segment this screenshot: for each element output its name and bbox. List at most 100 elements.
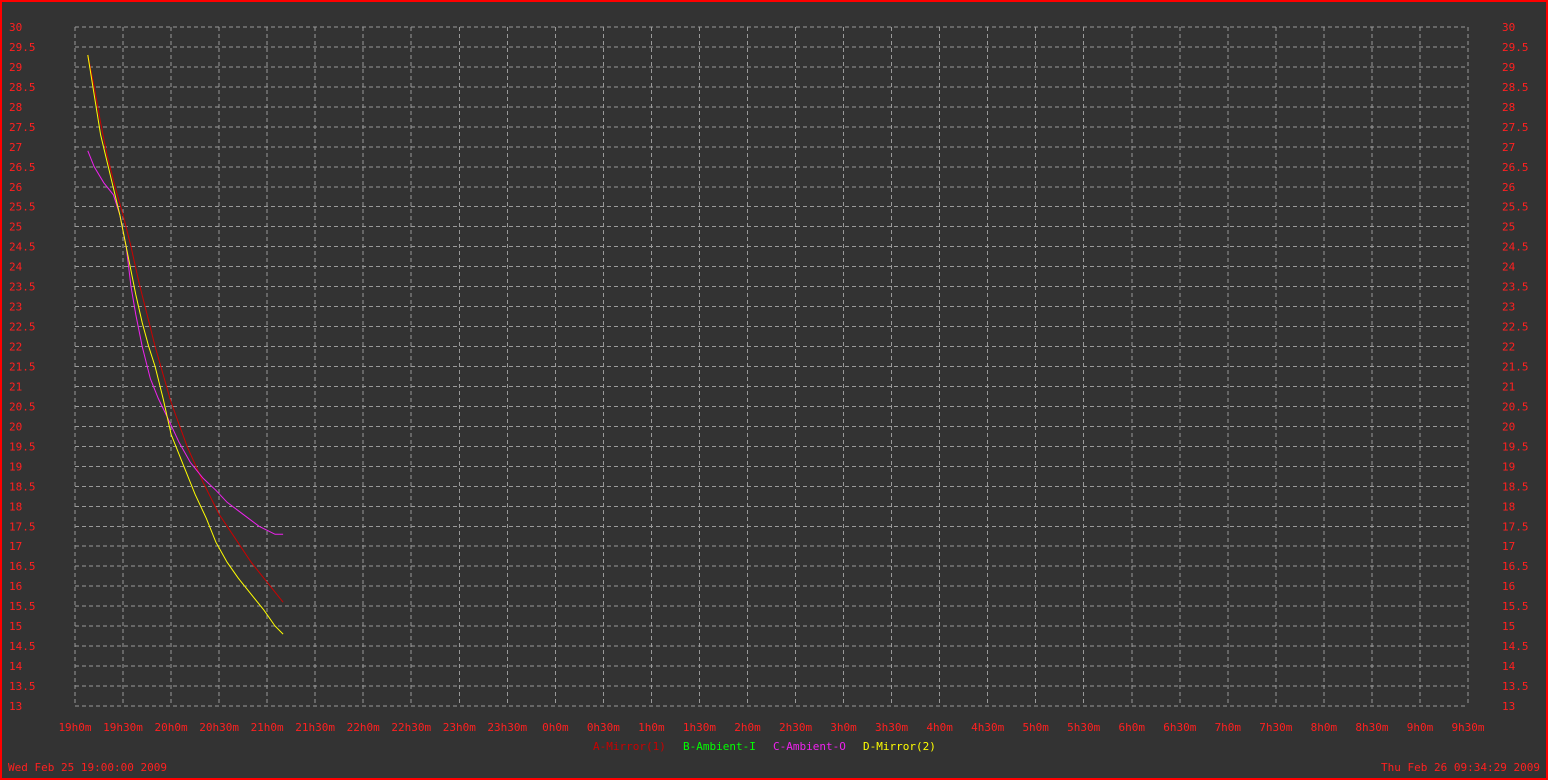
y-tick-label-right: 24.5 <box>1502 241 1529 254</box>
y-tick-label-right: 13.5 <box>1502 680 1529 693</box>
y-tick-label-right: 27.5 <box>1502 121 1529 134</box>
x-tick-label: 3h30m <box>875 721 908 734</box>
legend-entry: B-Ambient-I <box>683 740 756 753</box>
y-tick-label-right: 23 <box>1502 301 1515 314</box>
y-tick-label-right: 26.5 <box>1502 161 1529 174</box>
y-tick-label-left: 24 <box>9 261 23 274</box>
y-tick-label-right: 25 <box>1502 221 1515 234</box>
x-tick-label: 7h30m <box>1259 721 1292 734</box>
y-tick-label-right: 17.5 <box>1502 520 1529 533</box>
series-layer <box>87 54 284 635</box>
x-tick-label: 4h0m <box>926 721 953 734</box>
y-tick-label-left: 27.5 <box>9 121 36 134</box>
x-tick-label: 2h30m <box>779 721 812 734</box>
y-tick-label-right: 29.5 <box>1502 41 1529 54</box>
y-tick-label-right: 18 <box>1502 500 1515 513</box>
y-tick-labels-right: 13 13.5 14 14.5 15 15.5 16 16.5 17 17.5 18 18.5 19 19… <box>1502 21 1529 713</box>
y-tick-label-right: 28.5 <box>1502 81 1529 94</box>
y-tick-label-right: 18.5 <box>1502 480 1529 493</box>
y-tick-label-left: 23 <box>9 301 22 314</box>
series-line-a-mirror-1 <box>87 54 284 603</box>
y-tick-label-left: 28 <box>9 101 22 114</box>
y-tick-label-right: 21.5 <box>1502 361 1529 374</box>
y-tick-label-left: 25 <box>9 221 22 234</box>
y-tick-label-left: 17.5 <box>9 520 36 533</box>
y-tick-label-right: 15 <box>1502 620 1515 633</box>
legend: A-Mirror(1) B-Ambient-I C-Ambient-O D-Mirro… <box>593 740 936 753</box>
x-tick-label: 22h30m <box>391 721 431 734</box>
y-tick-label-right: 14.5 <box>1502 640 1529 653</box>
y-tick-label-right: 25.5 <box>1502 201 1529 214</box>
x-tick-label: 1h0m <box>638 721 665 734</box>
x-tick-label: 8h0m <box>1311 721 1338 734</box>
y-tick-label-right: 21 <box>1502 380 1515 393</box>
end-timestamp: Thu Feb 26 09:34:29 2009 <box>1381 761 1540 774</box>
y-tick-label-left: 16.5 <box>9 560 36 573</box>
y-tick-label-right: 15.5 <box>1502 600 1529 613</box>
y-tick-label-left: 26 <box>9 181 22 194</box>
y-tick-label-right: 17 <box>1502 540 1515 553</box>
y-tick-label-left: 14 <box>9 660 23 673</box>
x-tick-label: 20h0m <box>155 721 188 734</box>
y-tick-label-left: 27 <box>9 141 22 154</box>
y-tick-label-left: 29 <box>9 61 22 74</box>
y-tick-label-left: 22 <box>9 341 22 354</box>
x-tick-label: 19h30m <box>103 721 143 734</box>
y-tick-label-left: 21.5 <box>9 361 36 374</box>
y-tick-label-left: 18 <box>9 500 22 513</box>
x-tick-label: 1h30m <box>683 721 716 734</box>
grid-layer <box>74 26 1469 707</box>
x-tick-label: 0h30m <box>587 721 620 734</box>
x-tick-label: 20h30m <box>199 721 239 734</box>
y-tick-label-left: 15 <box>9 620 22 633</box>
y-tick-label-right: 19 <box>1502 460 1515 473</box>
y-tick-label-left: 14.5 <box>9 640 36 653</box>
x-tick-label: 6h0m <box>1119 721 1146 734</box>
x-tick-label: 5h30m <box>1067 721 1100 734</box>
x-tick-label: 23h0m <box>443 721 476 734</box>
x-tick-label: 7h0m <box>1215 721 1242 734</box>
y-tick-label-left: 23.5 <box>9 281 36 294</box>
y-tick-label-right: 29 <box>1502 61 1515 74</box>
x-tick-label: 2h0m <box>734 721 761 734</box>
y-tick-label-left: 17 <box>9 540 22 553</box>
x-tick-labels: 19h0m 19h30m 20h0m 20h30m 21h0m 21h30m 22h0m 22… <box>58 721 1484 734</box>
y-tick-label-left: 21 <box>9 380 22 393</box>
y-tick-label-right: 22 <box>1502 341 1515 354</box>
y-tick-label-left: 20.5 <box>9 400 36 413</box>
x-tick-label: 8h30m <box>1355 721 1388 734</box>
x-tick-label: 4h30m <box>971 721 1004 734</box>
x-tick-label: 21h0m <box>251 721 284 734</box>
y-tick-label-left: 30 <box>9 21 22 34</box>
x-tick-label: 0h0m <box>542 721 569 734</box>
x-tick-label: 5h0m <box>1022 721 1049 734</box>
y-tick-label-right: 23.5 <box>1502 281 1529 294</box>
start-timestamp: Wed Feb 25 19:00:00 2009 <box>8 761 167 774</box>
y-tick-label-left: 24.5 <box>9 241 36 254</box>
y-tick-label-right: 24 <box>1502 261 1516 274</box>
y-tick-label-left: 25.5 <box>9 201 36 214</box>
y-tick-label-left: 16 <box>9 580 22 593</box>
y-tick-label-right: 28 <box>1502 101 1515 114</box>
y-tick-label-right: 22.5 <box>1502 321 1529 334</box>
x-tick-label: 6h30m <box>1163 721 1196 734</box>
y-tick-label-right: 30 <box>1502 21 1515 34</box>
y-tick-label-right: 20.5 <box>1502 400 1529 413</box>
legend-entry: A-Mirror(1) <box>593 740 666 753</box>
y-tick-label-right: 27 <box>1502 141 1515 154</box>
x-tick-label: 19h0m <box>58 721 91 734</box>
y-tick-label-left: 13.5 <box>9 680 36 693</box>
y-tick-label-left: 13 <box>9 700 22 713</box>
x-tick-label: 3h0m <box>830 721 857 734</box>
y-tick-label-right: 16 <box>1502 580 1515 593</box>
x-tick-label: 9h30m <box>1451 721 1484 734</box>
y-tick-label-right: 13 <box>1502 700 1515 713</box>
x-tick-label: 9h0m <box>1407 721 1434 734</box>
series-line-d-mirror-2 <box>87 54 284 635</box>
y-tick-label-left: 19 <box>9 460 22 473</box>
x-tick-label: 23h30m <box>487 721 527 734</box>
y-tick-label-left: 26.5 <box>9 161 36 174</box>
y-tick-label-left: 29.5 <box>9 41 36 54</box>
y-tick-label-left: 22.5 <box>9 321 36 334</box>
y-tick-label-right: 14 <box>1502 660 1516 673</box>
